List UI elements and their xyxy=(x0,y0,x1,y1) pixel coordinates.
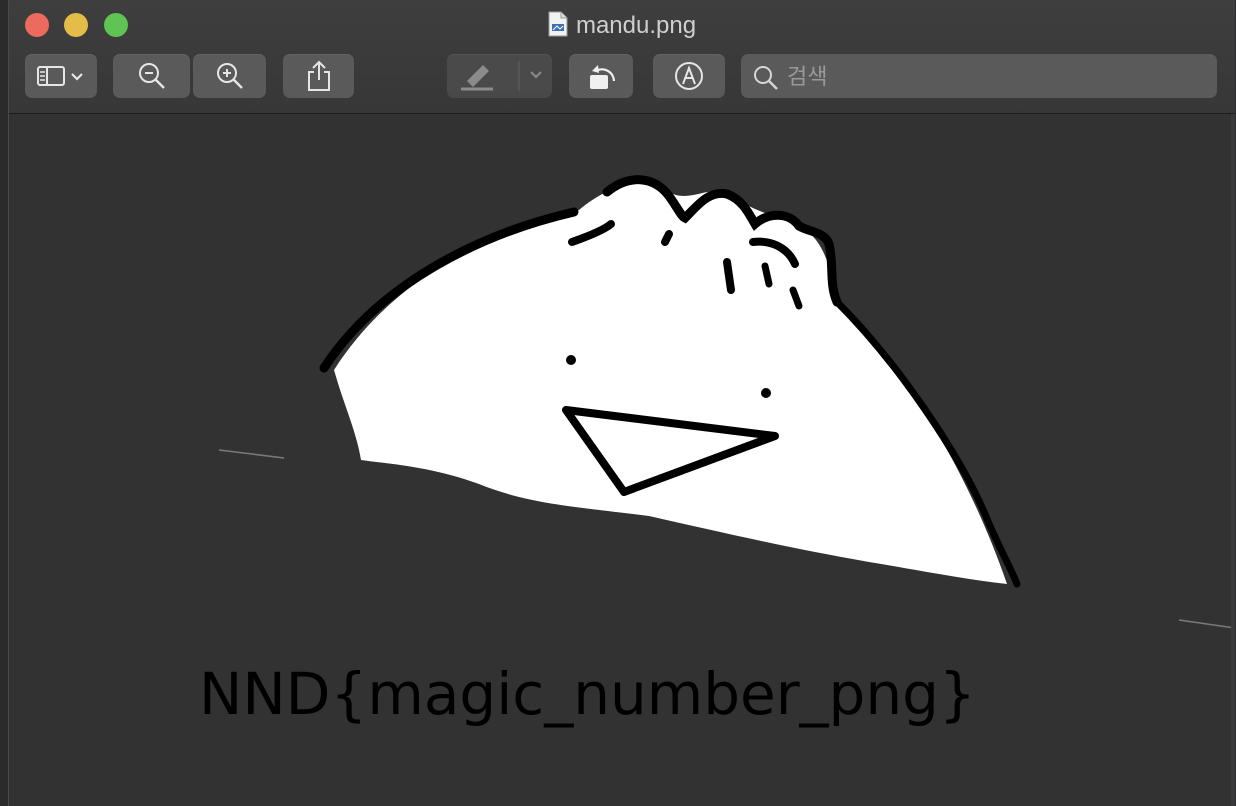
search-input[interactable] xyxy=(785,62,1209,92)
zoom-out-icon xyxy=(137,61,167,91)
preview-window: mandu.png 검색 NND{magic_number_png} xyxy=(8,0,1235,806)
zoom-out-button[interactable] xyxy=(113,54,190,98)
rotate-button[interactable] xyxy=(569,54,633,98)
window-title-text: mandu.png xyxy=(575,12,697,39)
sidebar-toggle-button[interactable] xyxy=(25,54,97,98)
flag-text: NND{magic_number_png} xyxy=(199,660,976,728)
share-button[interactable] xyxy=(283,54,354,98)
right-edge-strip xyxy=(1231,114,1235,806)
zoom-in-icon xyxy=(215,61,245,91)
search-field[interactable] xyxy=(741,54,1217,98)
highlighter-icon xyxy=(453,59,547,93)
zoom-in-button[interactable] xyxy=(193,54,266,98)
window-title: mandu.png xyxy=(9,10,1235,46)
markup-button[interactable] xyxy=(653,54,725,98)
markup-icon xyxy=(674,61,704,91)
search-icon xyxy=(753,65,779,96)
titlebar: mandu.png xyxy=(9,0,1235,114)
png-file-icon xyxy=(548,11,568,46)
sidebar-icon xyxy=(36,64,86,88)
rotate-left-icon xyxy=(584,59,618,93)
image-canvas: NND{magic_number_png} xyxy=(9,114,1235,806)
highlight-button[interactable] xyxy=(447,54,552,98)
share-icon xyxy=(306,60,332,92)
